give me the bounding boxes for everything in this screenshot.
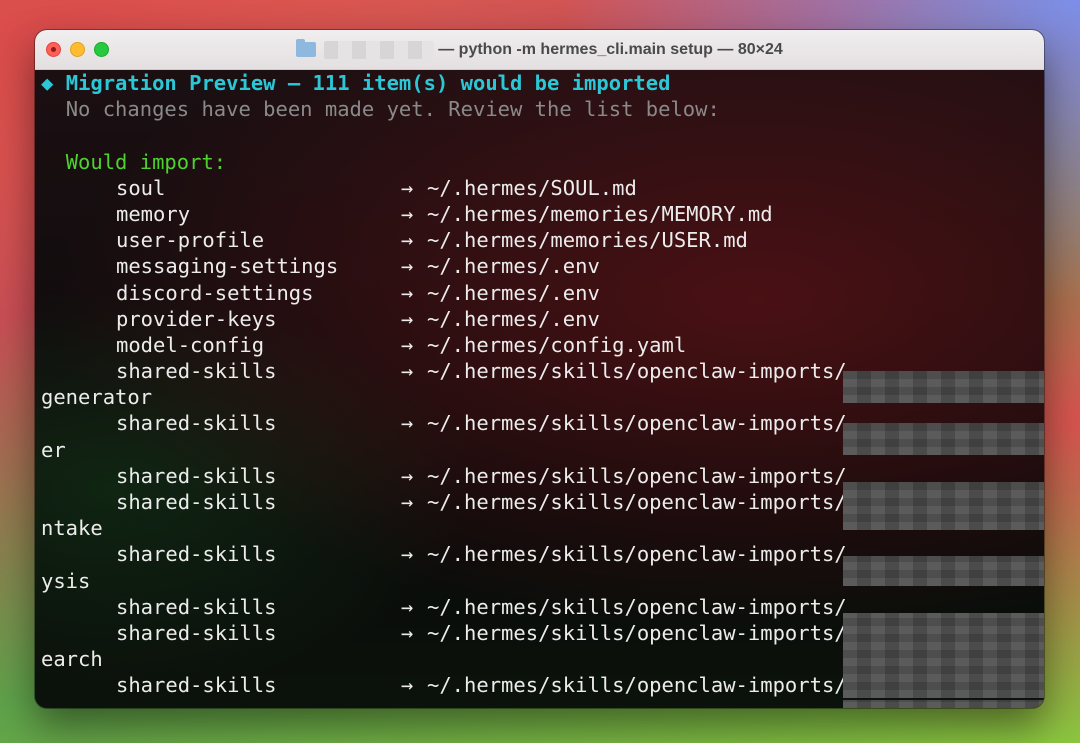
redacted-directory-name xyxy=(324,40,435,59)
subheader-line: No changes have been made yet. Review th… xyxy=(41,96,1044,122)
item-name: shared-skills xyxy=(116,542,277,567)
wrapped-path-fragment: er xyxy=(41,437,66,462)
destination-path: ~/.hermes/memories/MEMORY.md xyxy=(427,201,773,226)
item-name: shared-skills xyxy=(116,620,277,645)
destination-path: ~/.hermes/skills/openclaw-imports/ xyxy=(427,542,847,567)
arrow-icon: → xyxy=(401,359,414,384)
arrow-icon: → xyxy=(401,463,414,488)
arrow-icon: → xyxy=(401,620,414,645)
import-row: memory → ~/.hermes/memories/MEMORY.md xyxy=(41,201,1044,227)
window-title-area: — python -m hermes_cli.main setup — 80×2… xyxy=(35,30,1044,69)
destination-path: ~/.hermes/skills/openclaw-imports/ xyxy=(427,490,847,514)
item-name: discord-settings xyxy=(116,280,314,305)
destination-path: ~/.hermes/skills/openclaw-imports/ xyxy=(427,620,847,645)
arrow-icon: → xyxy=(401,490,414,514)
arrow-icon: → xyxy=(401,254,414,279)
item-name: model-config xyxy=(116,332,265,357)
item-name: shared-skills xyxy=(116,490,277,514)
arrow-icon: → xyxy=(401,673,414,698)
arrow-icon: → xyxy=(401,175,414,200)
item-name: messaging-settings xyxy=(116,254,339,279)
arrow-icon: → xyxy=(401,228,414,253)
item-name: memory xyxy=(116,201,191,226)
header-line: ◆ Migration Preview — 111 item(s) would … xyxy=(41,70,1044,96)
window-title: — python -m hermes_cli.main setup — 80×2… xyxy=(438,40,783,58)
destination-path: ~/.hermes/.env xyxy=(427,254,600,279)
wrapped-path-fragment: ntake xyxy=(41,516,103,541)
folder-icon xyxy=(296,39,317,57)
import-row: model-config → ~/.hermes/config.yaml xyxy=(41,332,1044,358)
destination-path: ~/.hermes/.env xyxy=(427,280,600,305)
destination-path: ~/.hermes/skills/openclaw-imports/ xyxy=(427,594,847,619)
wrapped-path-fragment: ysis xyxy=(41,568,91,593)
destination-path: ~/.hermes/memories/USER.md xyxy=(427,228,748,253)
import-row: discord-settings → ~/.hermes/.env xyxy=(41,280,1044,306)
destination-path: ~/.hermes/.env xyxy=(427,306,600,331)
redacted-region xyxy=(843,423,1044,455)
terminal-output[interactable]: ◆ Migration Preview — 111 item(s) would … xyxy=(35,70,1044,708)
destination-path: ~/.hermes/skills/openclaw-imports/ xyxy=(427,463,847,488)
redacted-region xyxy=(843,371,1044,403)
title-bar[interactable]: — python -m hermes_cli.main setup — 80×2… xyxy=(35,30,1044,70)
arrow-icon: → xyxy=(401,201,414,226)
redacted-region xyxy=(843,700,1044,708)
wrapped-path-fragment: generator xyxy=(41,385,153,410)
item-name: shared-skills xyxy=(116,673,277,698)
redacted-region xyxy=(843,482,1044,530)
item-name: shared-skills xyxy=(116,594,277,619)
section-label: Would import: xyxy=(65,149,227,174)
header-bullet-icon: ◆ xyxy=(41,71,54,95)
migration-header: Migration Preview — 111 item(s) would be… xyxy=(65,71,671,95)
arrow-icon: → xyxy=(401,280,414,305)
item-name: soul xyxy=(116,175,166,200)
import-row: user-profile → ~/.hermes/memories/USER.md xyxy=(41,227,1044,253)
import-row: provider-keys → ~/.hermes/.env xyxy=(41,306,1044,332)
import-row: messaging-settings → ~/.hermes/.env xyxy=(41,253,1044,279)
destination-path: ~/.hermes/skills/openclaw-imports/ xyxy=(427,673,847,698)
item-name: provider-keys xyxy=(116,306,277,331)
item-name: shared-skills xyxy=(116,411,277,436)
arrow-icon: → xyxy=(401,411,414,436)
arrow-icon: → xyxy=(401,332,414,357)
destination-path: ~/.hermes/skills/openclaw-imports/ xyxy=(427,359,847,384)
arrow-icon: → xyxy=(401,542,414,567)
redacted-region xyxy=(843,613,1044,698)
item-name: shared-skills xyxy=(116,359,277,384)
terminal-window: — python -m hermes_cli.main setup — 80×2… xyxy=(35,30,1044,708)
destination-path: ~/.hermes/config.yaml xyxy=(427,332,687,357)
item-name: user-profile xyxy=(116,228,265,253)
item-name: shared-skills xyxy=(116,463,277,488)
destination-path: ~/.hermes/SOUL.md xyxy=(427,175,637,200)
import-row: soul → ~/.hermes/SOUL.md xyxy=(41,175,1044,201)
destination-path: ~/.hermes/skills/openclaw-imports/ xyxy=(427,411,847,436)
migration-subheader: No changes have been made yet. Review th… xyxy=(65,97,720,122)
redacted-region xyxy=(843,556,1044,586)
section-line: Would import: xyxy=(41,149,1044,175)
arrow-icon: → xyxy=(401,306,414,331)
arrow-icon: → xyxy=(401,594,414,619)
wrapped-path-fragment: earch xyxy=(41,647,103,672)
